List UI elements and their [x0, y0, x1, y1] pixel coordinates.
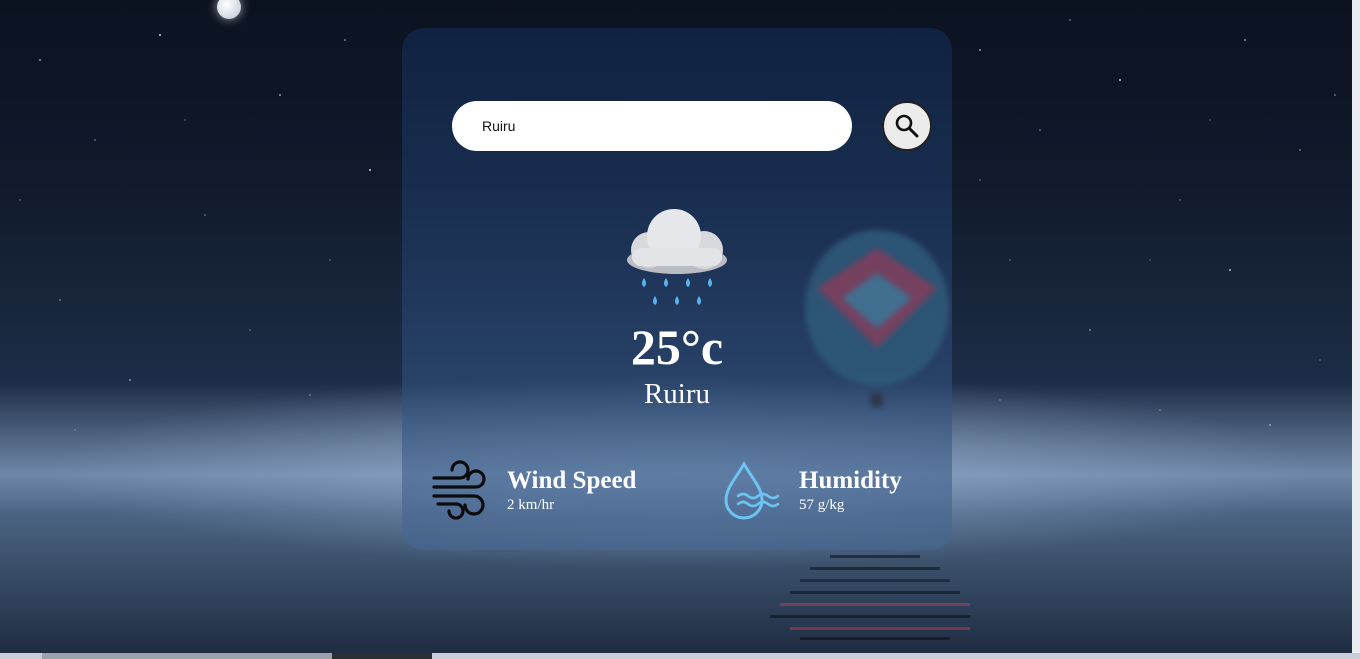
- humidity-value: 57 g/kg: [799, 497, 845, 513]
- taskbar-strip: [0, 653, 1360, 659]
- window-edge: [1352, 0, 1360, 659]
- weather-card: 25°c Ruiru Wind Speed 2 km/hr Humidity 5…: [402, 28, 952, 550]
- wind-speed-label: Wind Speed: [507, 467, 637, 494]
- taskbar-segment: [42, 653, 332, 659]
- search-icon: [895, 114, 919, 138]
- wind-speed-value: 2 km/hr: [507, 497, 555, 513]
- humidity-label: Humidity: [799, 467, 902, 494]
- taskbar-segment: [332, 653, 432, 659]
- rain-cloud-icon: [627, 209, 727, 305]
- water-reflection: [770, 555, 970, 640]
- city-name: Ruiru: [643, 378, 711, 410]
- background-scene: 25°c Ruiru Wind Speed 2 km/hr Humidity 5…: [0, 0, 1360, 659]
- search-button[interactable]: [882, 101, 932, 151]
- humidity-icon: [724, 460, 780, 520]
- search-input[interactable]: [452, 101, 852, 151]
- rain-drops: [642, 278, 712, 305]
- wind-icon: [432, 460, 486, 520]
- temperature: 25°c: [630, 319, 724, 375]
